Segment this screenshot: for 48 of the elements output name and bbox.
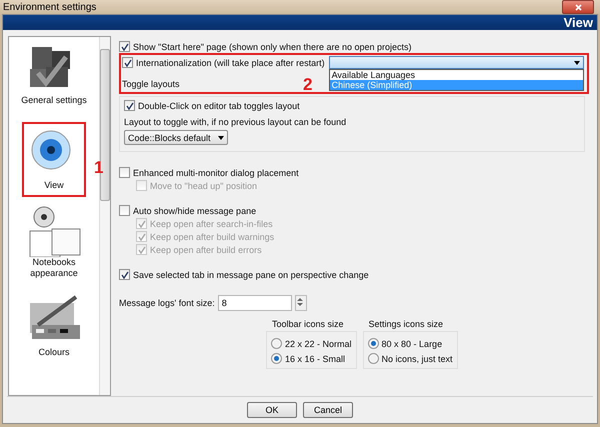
group-title: Settings icons size — [368, 319, 444, 331]
font-size-field[interactable]: 8 — [218, 295, 292, 311]
checkbox-label: Internationalization (will take place after restart) — [136, 58, 325, 68]
group-title: Toggle layouts — [122, 78, 180, 90]
radio-button[interactable] — [368, 338, 379, 349]
close-button[interactable] — [562, 0, 594, 14]
checkbox[interactable] — [119, 41, 130, 52]
sidebar-item[interactable]: View — [22, 122, 86, 197]
annotation-number: 1 — [94, 158, 104, 178]
checkbox-label: Keep open after build warnings — [150, 232, 274, 242]
checkbox-label: Keep open after build errors — [150, 244, 262, 254]
checkbox[interactable] — [122, 57, 133, 68]
radio-label: 16 x 16 - Small — [285, 354, 346, 364]
radio-label: No icons, just text — [382, 354, 453, 364]
checkbox-label: Double-Click on editor tab toggles layout — [138, 100, 300, 110]
layout-label: Layout to toggle with, if no previous layout can be found — [124, 117, 348, 127]
radio-label: 80 x 80 - Large — [382, 338, 442, 348]
language-dropdown[interactable] — [328, 56, 584, 69]
page-title: View — [564, 15, 593, 30]
checkbox-label: Enhanced multi-monitor dialog placement — [133, 168, 299, 178]
spin-buttons[interactable] — [294, 295, 307, 311]
dropdown-option[interactable]: Available Languages — [330, 70, 583, 80]
checkbox[interactable] — [119, 269, 130, 280]
caret-icon — [218, 136, 224, 140]
annotation-number: 2 — [303, 75, 312, 95]
checkbox-label: Auto show/hide message pane — [133, 206, 256, 216]
radio-button[interactable] — [271, 338, 282, 349]
checkbox-label: Keep open after search-in-files — [150, 218, 273, 228]
radio-label: 22 x 22 - Normal — [285, 338, 352, 348]
sidebar-item[interactable]: Notebooks appearance — [24, 203, 84, 283]
checkbox-label: Show "Start here" page (shown only when there are no open projects) — [133, 42, 412, 52]
checkbox[interactable] — [119, 167, 130, 178]
group-title: Toolbar icons size — [271, 319, 345, 331]
dialog-button[interactable]: OK — [247, 402, 297, 418]
radio-button[interactable] — [271, 353, 282, 364]
close-icon — [574, 4, 582, 10]
window-title: Environment settings — [3, 2, 96, 12]
dialog-button[interactable]: Cancel — [303, 402, 353, 418]
checkbox-label: Move to "head up" position — [150, 180, 257, 190]
sidebar-item[interactable]: Colours — [24, 293, 84, 362]
checkbox-label: Save selected tab in message pane on perspective change — [133, 270, 369, 280]
sidebar-item[interactable]: General settings — [24, 41, 84, 110]
layout-dropdown[interactable]: Code::Blocks default — [124, 130, 228, 145]
checkbox[interactable] — [124, 100, 135, 111]
caret-icon — [574, 60, 580, 64]
checkbox[interactable] — [119, 205, 130, 216]
font-size-label: Message logs' font size: — [119, 298, 215, 308]
radio-button[interactable] — [368, 353, 379, 364]
